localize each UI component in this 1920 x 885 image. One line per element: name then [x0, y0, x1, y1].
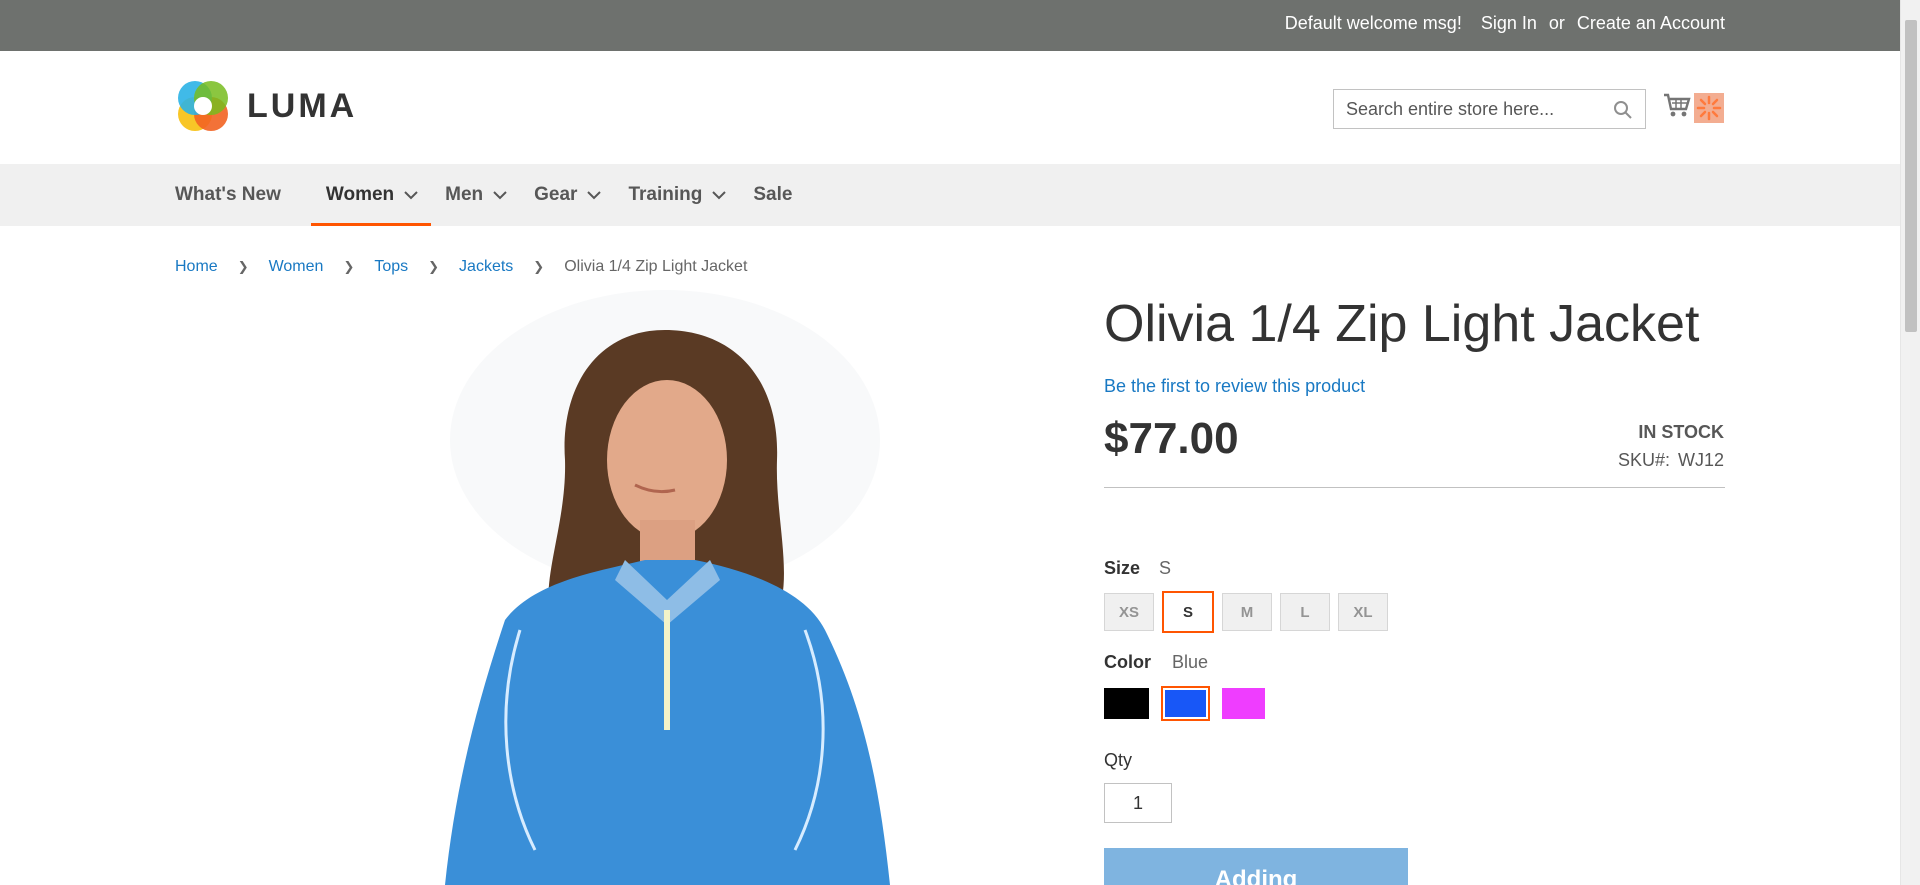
search-box [1333, 89, 1646, 129]
cart-icon[interactable] [1662, 90, 1692, 120]
sign-in-link[interactable]: Sign In [1481, 13, 1537, 34]
breadcrumb-current: Olivia 1/4 Zip Light Jacket [564, 258, 748, 275]
product-image[interactable] [175, 290, 1065, 885]
size-option-xs[interactable]: XS [1104, 593, 1154, 631]
search-icon[interactable] [1613, 100, 1633, 120]
nav-label: Sale [753, 184, 793, 205]
nav-men[interactable]: Men [445, 164, 507, 226]
header-links: Default welcome msg! Sign In or Create a… [1285, 13, 1725, 34]
color-swatch-blue[interactable] [1161, 686, 1210, 721]
divider [1104, 487, 1725, 488]
sku: SKU#: WJ12 [1618, 450, 1724, 471]
breadcrumb-jackets[interactable]: Jackets [459, 258, 513, 276]
nav-whats-new[interactable]: What's New [175, 164, 281, 226]
chevron-down-icon [712, 191, 727, 200]
color-swatch-fill [1222, 688, 1265, 719]
welcome-message: Default welcome msg! [1284, 13, 1462, 33]
stock-status: IN STOCK [1638, 422, 1724, 442]
product-title: Olivia 1/4 Zip Light Jacket [1104, 295, 1700, 353]
logo[interactable]: LUMA [175, 78, 357, 134]
size-options: XS S M L XL [1104, 591, 1388, 633]
nav-label: Women [325, 184, 395, 205]
breadcrumb-tops[interactable]: Tops [374, 258, 408, 276]
nav-gear[interactable]: Gear [534, 164, 602, 226]
search-input[interactable] [1334, 90, 1604, 128]
nav-items: What's New Women Men Gear Training Sale [175, 164, 792, 226]
sku-value: WJ12 [1677, 450, 1724, 470]
color-label: Color [1104, 652, 1151, 672]
luma-logo-icon [175, 78, 231, 134]
create-account-link[interactable]: Create an Account [1577, 13, 1725, 34]
nav-training[interactable]: Training [628, 164, 727, 226]
size-option-l[interactable]: L [1280, 593, 1330, 631]
size-selected-value: S [1159, 558, 1172, 578]
chevron-down-icon [587, 191, 602, 200]
chevron-down-icon [493, 191, 507, 200]
size-label: Size [1104, 558, 1141, 578]
review-link[interactable]: Be the first to review this product [1104, 376, 1365, 397]
logo-text: LUMA [247, 86, 358, 125]
top-panel: Default welcome msg! Sign In or Create a… [0, 0, 1900, 51]
nav-label: Gear [534, 184, 578, 205]
size-option-xl[interactable]: XL [1338, 593, 1388, 631]
nav-label: Training [628, 184, 703, 205]
nav-label: Men [445, 184, 484, 205]
product-price: $77.00 [1104, 414, 1239, 463]
nav-women[interactable]: Women [310, 164, 432, 226]
chevron-right-icon: ❯ [237, 259, 249, 274]
breadcrumb-home[interactable]: Home [175, 258, 218, 276]
scrollbar-thumb[interactable] [1905, 20, 1917, 332]
nav-sale[interactable]: Sale [753, 164, 792, 226]
nav-label: What's New [175, 184, 281, 205]
size-option-s[interactable]: S [1162, 591, 1214, 633]
qty-label: Qty [1104, 750, 1133, 770]
chevron-down-icon [404, 191, 418, 200]
color-swatch-pink[interactable] [1222, 688, 1265, 719]
loading-spinner-icon [1694, 93, 1724, 123]
color-swatch-fill [1165, 690, 1206, 717]
breadcrumb: Home ❯ Women ❯ Tops ❯ Jackets ❯ Olivia 1… [175, 258, 747, 276]
breadcrumb-women[interactable]: Women [269, 258, 324, 276]
color-options [1104, 686, 1265, 721]
qty-input[interactable] [1104, 783, 1172, 823]
chevron-right-icon: ❯ [428, 259, 440, 274]
color-selected-value: Blue [1172, 652, 1209, 672]
color-swatch-black[interactable] [1104, 688, 1149, 719]
size-option-m[interactable]: M [1222, 593, 1272, 631]
or-separator: or [1548, 13, 1565, 33]
color-swatch-fill [1104, 688, 1149, 719]
chevron-right-icon: ❯ [533, 259, 545, 274]
sku-label: SKU#: [1617, 450, 1670, 470]
main-navigation: What's New Women Men Gear Training Sale [0, 164, 1900, 226]
add-to-cart-button[interactable]: Adding [1104, 848, 1408, 885]
chevron-right-icon: ❯ [343, 259, 355, 274]
vertical-scrollbar[interactable] [1900, 0, 1920, 885]
